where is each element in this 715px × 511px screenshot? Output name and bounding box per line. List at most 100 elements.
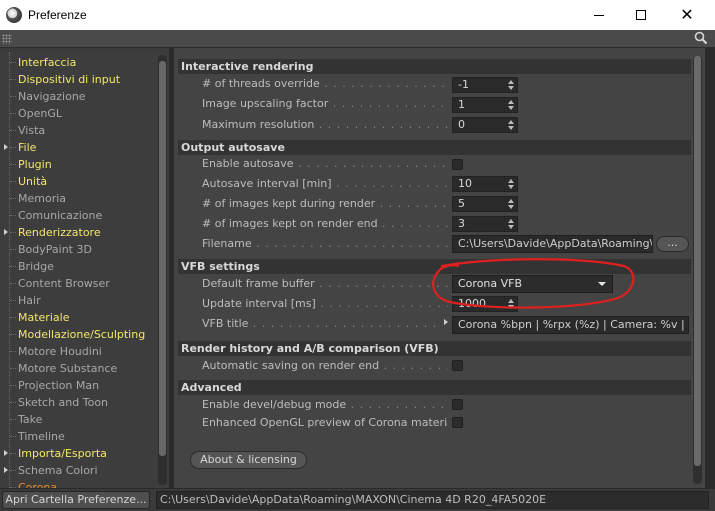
red-annotation-circle (432, 258, 635, 309)
preferences-path-field: C:\Users\Davide\AppData\Roaming\MAXON\Ci… (156, 491, 709, 509)
spinner-arrows-icon[interactable] (508, 199, 514, 209)
filename-field[interactable]: C:\Users\Davide\AppData\Roaming\M (452, 235, 653, 253)
sidebar-item-label: Bridge (18, 260, 54, 273)
sidebar-item-navigazione[interactable]: Navigazione (10, 88, 86, 105)
vfb-title-field[interactable]: Corona %bpn | %rpx (%z) | Camera: %v | F… (452, 316, 689, 334)
automatic-saving-checkbox[interactable] (452, 360, 463, 371)
expand-arrow-icon[interactable] (4, 229, 8, 235)
sidebar-item-sketch-and-toon[interactable]: Sketch and Toon (10, 394, 108, 411)
spinner-arrows-icon[interactable] (508, 179, 514, 189)
dot-leader: . . . . . . . . . . (383, 359, 448, 372)
opengl-preview-checkbox[interactable] (452, 417, 463, 428)
settings-scrollbar-thumb[interactable] (694, 56, 701, 466)
sidebar-item-motore-houdini[interactable]: Motore Houdini (10, 343, 102, 360)
sidebar-item-take[interactable]: Take (10, 411, 42, 428)
minimize-icon (594, 14, 604, 16)
images-kept-during-text: # of images kept during render (202, 197, 376, 210)
dot-leader: . . . . . . . . . . . . . . . . (314, 118, 448, 131)
sidebar-item-label: Take (18, 413, 43, 426)
sidebar-item-label: Corona (18, 481, 58, 488)
spinner-arrows-icon[interactable] (508, 120, 514, 130)
sidebar-item-label: Content Browser (18, 277, 110, 290)
devel-mode-checkbox[interactable] (452, 399, 463, 410)
sidebar-item-hair[interactable]: Hair (10, 292, 41, 309)
sidebar-item-label: BodyPaint 3D (18, 243, 92, 256)
images-kept-during-field[interactable]: 5 (452, 196, 518, 212)
dot-leader: . . . . . . . . . . . . . . . . . . . . … (256, 237, 448, 250)
expand-arrow-icon[interactable] (4, 467, 8, 473)
sidebar-item-corona[interactable]: Corona (10, 479, 57, 488)
autosave-interval-field[interactable]: 10 (452, 176, 518, 192)
maximize-icon (636, 10, 646, 20)
cinema4d-logo-icon (6, 7, 22, 23)
sidebar-item-projection-man[interactable]: Projection Man (10, 377, 99, 394)
sidebar-item-bridge[interactable]: Bridge (10, 258, 54, 275)
sidebar-item-modellazione-sculpting[interactable]: Modellazione/Sculpting (10, 326, 145, 343)
images-kept-during-label: # of images kept during render . . . . .… (202, 196, 448, 212)
sidebar-item-timeline[interactable]: Timeline (10, 428, 65, 445)
enable-autosave-text: Enable autosave (202, 157, 294, 170)
update-interval-text: Update interval [ms] (202, 297, 316, 310)
spinner-arrows-icon[interactable] (508, 100, 514, 110)
sidebar-item-file[interactable]: File (10, 139, 36, 156)
minimize-button[interactable] (576, 0, 622, 30)
nav-scrollbar-thumb[interactable] (159, 61, 166, 456)
sidebar-item-label: Navigazione (18, 90, 86, 103)
sidebar-item-interfaccia[interactable]: Interfaccia (10, 54, 76, 71)
sidebar-item-bodypaint-3d[interactable]: BodyPaint 3D (10, 241, 92, 258)
upscaling-field[interactable]: 1 (452, 97, 518, 113)
open-preferences-folder-button[interactable]: Apri Cartella Preferenze... (2, 491, 150, 509)
sidebar-item-label: Sketch and Toon (18, 396, 109, 409)
expand-arrow-icon[interactable] (4, 144, 8, 150)
section-output-autosave[interactable]: Output autosave (178, 140, 691, 155)
sidebar-item-label: Modellazione/Sculpting (18, 328, 146, 341)
about-licensing-button[interactable]: About & licensing (190, 451, 307, 469)
sidebar-item-content-browser[interactable]: Content Browser (10, 275, 110, 292)
section-render-history[interactable]: Render history and A/B comparison (VFB) (178, 341, 691, 356)
sidebar-item-opengl[interactable]: OpenGL (10, 105, 62, 122)
dot-leader: . . . . . . . . . . . . . . . . . . . . (297, 157, 448, 170)
sidebar-item-schema-colori[interactable]: Schema Colori (10, 462, 98, 479)
sidebar-item-comunicazione[interactable]: Comunicazione (10, 207, 102, 224)
close-icon: ✕ (680, 5, 694, 24)
nav-scrollbar[interactable] (158, 55, 167, 485)
spinner-arrows-icon[interactable] (508, 219, 514, 229)
search-icon[interactable] (694, 31, 708, 45)
automatic-saving-label: Automatic saving on render end . . . . .… (202, 358, 448, 374)
sidebar-item-unit[interactable]: Unità (10, 173, 47, 190)
settings-scrollbar[interactable] (693, 56, 702, 484)
opengl-preview-text: Enhanced OpenGL preview of Corona materi… (202, 416, 448, 429)
threads-override-field[interactable]: -1 (452, 77, 518, 93)
sidebar-item-importa-esporta[interactable]: Importa/Esporta (10, 445, 107, 462)
max-resolution-field[interactable]: 0 (452, 117, 518, 133)
vfb-title-label: VFB title . . . . . . . . . . . . . . . … (202, 316, 442, 332)
dot-leader: . . . . . . . . . . (382, 217, 448, 230)
expand-arrow-icon[interactable] (4, 450, 8, 456)
vfb-title-expand-arrow-icon[interactable] (444, 319, 448, 325)
maximize-button[interactable] (618, 0, 664, 30)
filename-browse-button[interactable]: ... (656, 236, 689, 252)
sidebar-item-renderizzatore[interactable]: Renderizzatore (10, 224, 101, 241)
close-button[interactable]: ✕ (664, 0, 710, 30)
sidebar-item-memoria[interactable]: Memoria (10, 190, 66, 207)
enable-autosave-checkbox[interactable] (452, 159, 463, 170)
devel-mode-label: Enable devel/debug mode . . . . . . . . … (202, 397, 448, 413)
sidebar-item-label: Materiale (18, 311, 70, 324)
section-advanced[interactable]: Advanced (178, 380, 691, 395)
max-resolution-value: 0 (458, 118, 465, 131)
spinner-arrows-icon[interactable] (508, 80, 514, 90)
threads-override-label: # of threads override . . . . . . . . . … (202, 76, 448, 92)
images-kept-end-field[interactable]: 3 (452, 216, 518, 232)
toolbar-strip (0, 30, 715, 48)
grip-handle-icon[interactable] (2, 34, 12, 44)
sidebar-item-materiale[interactable]: Materiale (10, 309, 69, 326)
automatic-saving-text: Automatic saving on render end (202, 359, 380, 372)
title-bar: Preferenze ✕ (0, 0, 715, 30)
sidebar-item-motore-substance[interactable]: Motore Substance (10, 360, 117, 377)
sidebar-item-plugin[interactable]: Plugin (10, 156, 52, 173)
section-interactive-rendering[interactable]: Interactive rendering (178, 59, 691, 74)
sidebar-item-vista[interactable]: Vista (10, 122, 45, 139)
sidebar-item-dispositivi-di-input[interactable]: Dispositivi di input (10, 71, 120, 88)
threads-override-value: -1 (458, 78, 469, 91)
upscaling-text: Image upscaling factor (202, 97, 329, 110)
